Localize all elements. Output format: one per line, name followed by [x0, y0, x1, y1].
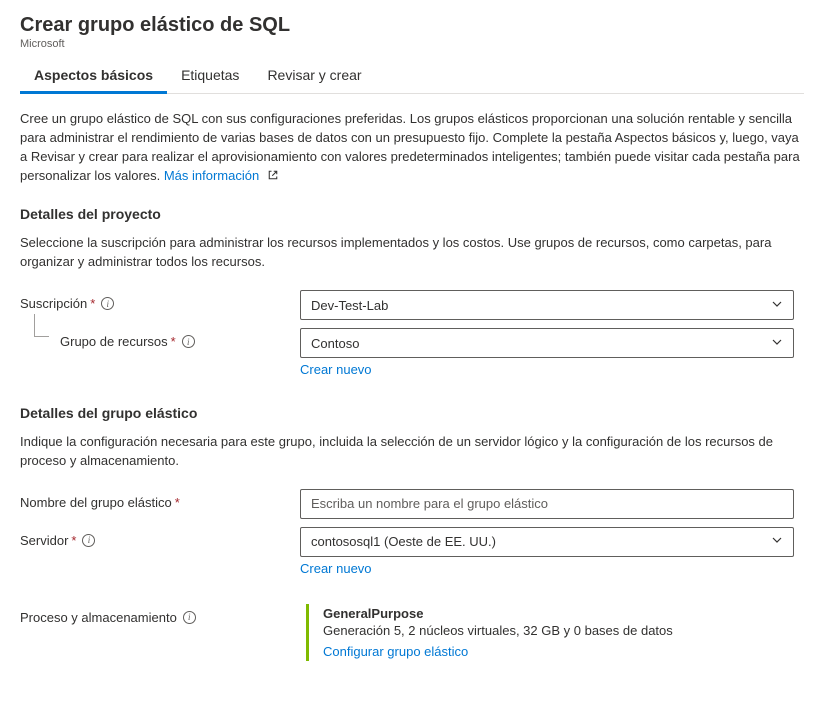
- required-mark: *: [90, 296, 95, 311]
- resource-group-label: Grupo de recursos * i: [20, 328, 300, 349]
- tab-tags[interactable]: Etiquetas: [167, 59, 253, 94]
- resource-group-value: Contoso: [311, 336, 359, 351]
- required-mark: *: [175, 495, 180, 510]
- resource-group-select[interactable]: Contoso: [300, 328, 794, 358]
- subscription-select[interactable]: Dev-Test-Lab: [300, 290, 794, 320]
- info-icon[interactable]: i: [183, 611, 196, 624]
- create-new-rg-link[interactable]: Crear nuevo: [300, 362, 372, 377]
- info-icon[interactable]: i: [82, 534, 95, 547]
- required-mark: *: [171, 334, 176, 349]
- chevron-down-icon: [771, 534, 783, 549]
- server-select[interactable]: contososql1 (Oeste de EE. UU.): [300, 527, 794, 557]
- compute-detail: Generación 5, 2 núcleos virtuales, 32 GB…: [323, 623, 794, 638]
- configure-pool-link[interactable]: Configurar grupo elástico: [323, 644, 468, 659]
- tab-review[interactable]: Revisar y crear: [253, 59, 375, 94]
- server-label: Servidor * i: [20, 527, 300, 548]
- vendor-label: Microsoft: [20, 38, 804, 50]
- compute-summary: GeneralPurpose Generación 5, 2 núcleos v…: [306, 604, 794, 661]
- required-mark: *: [71, 533, 76, 548]
- pool-name-label-text: Nombre del grupo elástico: [20, 495, 172, 510]
- create-new-server-link[interactable]: Crear nuevo: [300, 561, 372, 576]
- compute-storage-label-text: Proceso y almacenamiento: [20, 610, 177, 625]
- server-value: contososql1 (Oeste de EE. UU.): [311, 534, 496, 549]
- subscription-label-text: Suscripción: [20, 296, 87, 311]
- resource-group-label-text: Grupo de recursos: [60, 334, 168, 349]
- pool-details-title: Detalles del grupo elástico: [20, 405, 804, 421]
- page-title: Crear grupo elástico de SQL: [20, 14, 804, 37]
- chevron-down-icon: [771, 336, 783, 351]
- subscription-label: Suscripción * i: [20, 290, 300, 311]
- info-icon[interactable]: i: [101, 297, 114, 310]
- project-details-desc: Seleccione la suscripción para administr…: [20, 234, 804, 272]
- intro-text: Cree un grupo elástico de SQL con sus co…: [20, 110, 804, 186]
- subscription-value: Dev-Test-Lab: [311, 298, 388, 313]
- pool-details-desc: Indique la configuración necesaria para …: [20, 433, 804, 471]
- compute-storage-label: Proceso y almacenamiento i: [20, 604, 300, 625]
- info-icon[interactable]: i: [182, 335, 195, 348]
- server-label-text: Servidor: [20, 533, 68, 548]
- project-details-title: Detalles del proyecto: [20, 206, 804, 222]
- tabs: Aspectos básicos Etiquetas Revisar y cre…: [20, 58, 804, 94]
- external-link-icon: [267, 168, 279, 187]
- more-info-link[interactable]: Más información: [164, 168, 259, 183]
- chevron-down-icon: [771, 298, 783, 313]
- intro-body: Cree un grupo elástico de SQL con sus co…: [20, 111, 800, 183]
- pool-name-input[interactable]: [300, 489, 794, 519]
- pool-name-label: Nombre del grupo elástico *: [20, 489, 300, 510]
- tab-basics[interactable]: Aspectos básicos: [20, 59, 167, 94]
- compute-tier: GeneralPurpose: [323, 606, 794, 621]
